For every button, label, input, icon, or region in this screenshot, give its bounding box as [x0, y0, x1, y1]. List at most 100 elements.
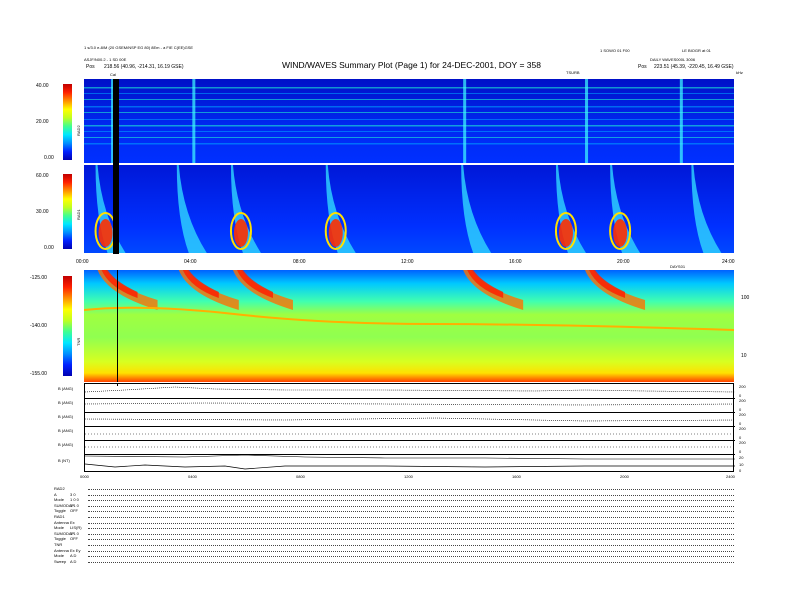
mode-dotted-line [88, 500, 734, 502]
time-tick: 04:00 [184, 259, 197, 265]
mode-key: Sweep [54, 558, 67, 564]
mode-key: RAD2 [54, 486, 65, 491]
tnr-ylabel: TNR [76, 337, 81, 346]
rad2-interference-line [84, 125, 734, 127]
time-tick-bottom: 1600 [512, 474, 521, 479]
rad2-interference-line [84, 131, 734, 132]
time-tick-bottom: 2400 [726, 474, 735, 479]
rad1-burst-core [98, 219, 113, 247]
rad2-colorbar [63, 84, 72, 160]
header-right-pos-label: Pos [638, 64, 647, 70]
tnr-tick-bottom: -155.00 [30, 371, 47, 377]
mode-key: TNR [54, 542, 63, 547]
mode-value: OFF [70, 508, 78, 514]
rad2-interference-line [84, 137, 734, 138]
mode-dotted-line [88, 561, 734, 563]
mode-value: 3 0 [70, 491, 76, 497]
time-axis-bottom: 0000 0400 0800 1200 1600 2000 2400 [80, 474, 735, 482]
page-title: WIND/WAVES Summary Plot (Page 1) for 24-… [282, 60, 541, 70]
tnr-svg [84, 270, 734, 382]
mode-value: Ex [70, 519, 75, 525]
rad1-svg [84, 165, 734, 253]
days-label: DAYS01 [670, 264, 686, 269]
header-left-pos-label: Pos [86, 64, 95, 70]
rad2-burst [585, 79, 589, 163]
mode-dotted-line [88, 528, 734, 530]
cal-marker-line [117, 270, 118, 382]
mode-dotted-line [88, 556, 734, 558]
tnr-right-tick-100: 100 [741, 295, 750, 301]
ts-label-3: B (ANG) [58, 414, 74, 419]
header-right-line2: LE BIOGR at 01 [682, 48, 711, 53]
header-right-label-mid: TSURB [566, 70, 580, 75]
mode-value: A D [70, 558, 77, 564]
ts-rtick: 200 [739, 398, 746, 403]
rad1-burst-core [613, 219, 628, 247]
time-tick-bottom: 1200 [404, 474, 413, 479]
cal-marker-bar [113, 79, 119, 254]
time-tick-bottom: 0000 [80, 474, 89, 479]
rad1-burst-core [558, 219, 573, 247]
rad2-interference-line [84, 87, 734, 89]
tnr-right-tick-10: 10 [741, 353, 747, 359]
time-tick: 12:00 [401, 259, 414, 265]
mode-value: 1 1 0 [70, 502, 79, 508]
mode-value: A D [70, 553, 77, 559]
mode-dotted-line [88, 489, 734, 490]
header-right-pos-value: 223.51 (45.39, -220.45, 16.49 GSE) [654, 64, 734, 70]
rad1-tick-top: 60.00 [36, 173, 49, 179]
time-tick: 24:00 [722, 259, 735, 265]
header-right-line3: DAILY WAVES000L 3006 [650, 57, 696, 62]
rad2-interference-line [84, 143, 734, 145]
mode-key: A [54, 491, 57, 497]
ts-rtick: 0 [739, 468, 742, 473]
time-tick: 20:00 [617, 259, 630, 265]
tnr-tick-mid: -140.00 [30, 323, 47, 329]
time-tick: 00:00 [76, 259, 89, 265]
mode-key: Antenna [54, 519, 69, 525]
rad2-interference-line [84, 106, 734, 108]
rad1-ylabel: RAD1 [76, 209, 81, 220]
ts-label-1: B (ANG) [58, 386, 74, 391]
timeseries-frame [84, 383, 735, 472]
mode-dotted-line [88, 533, 734, 535]
mode-dotted-line [88, 545, 734, 546]
time-axis-mid: 00:00 04:00 08:00 12:00 16:00 20:00 24:0… [76, 258, 735, 269]
rad1-colorbar [63, 174, 72, 249]
mode-table: RAD2 A 3 0 Mode 1 0 0 SUMODAP 1 1 0 Toggle OFF RA… [54, 486, 734, 566]
rad2-tick-bottom: 0.00 [44, 155, 54, 161]
mode-value: LIS(R) [70, 525, 82, 531]
rad2-interference-line [84, 112, 734, 113]
header-right-label-far: kHz [736, 70, 743, 75]
mode-dotted-line [88, 505, 734, 507]
rad1-tick-bottom: 0.00 [44, 245, 54, 251]
ts-rtick: 200 [739, 384, 746, 389]
mode-key: Toggle [54, 536, 66, 542]
time-tick-bottom: 0800 [296, 474, 305, 479]
time-tick: 08:00 [293, 259, 306, 265]
mode-value: OFF [70, 536, 78, 542]
rad2-interference-line [84, 99, 734, 100]
rad1-burst-core [233, 219, 248, 247]
rad2-svg [84, 79, 734, 163]
rad2-burst [463, 79, 467, 163]
mode-dotted-line [88, 494, 734, 496]
tnr-colorbar [63, 276, 72, 376]
mode-key: Antenna [54, 547, 69, 553]
rad1-spectrogram [84, 165, 734, 253]
tnr-spectrogram [84, 270, 734, 382]
mode-key: Mode [54, 553, 65, 559]
time-tick-bottom: 2000 [620, 474, 629, 479]
rad2-tick-top: 40.00 [36, 83, 49, 89]
ts-rtick: 200 [739, 426, 746, 431]
mode-dotted-line [88, 522, 734, 524]
rad1-tick-mid: 30.00 [36, 209, 49, 215]
header-left-line2: ASJF/N00.2 - 1 SD 00E [84, 57, 127, 62]
ts-rtick: 200 [739, 412, 746, 417]
mode-dotted-line [88, 511, 734, 513]
ts-label-5: B (ANG) [58, 442, 74, 447]
mode-key: RAD1 [54, 514, 65, 519]
cal-marker-tail [117, 383, 118, 386]
rad2-spectrogram [84, 79, 734, 163]
ts-rtick: 10 [739, 462, 744, 467]
